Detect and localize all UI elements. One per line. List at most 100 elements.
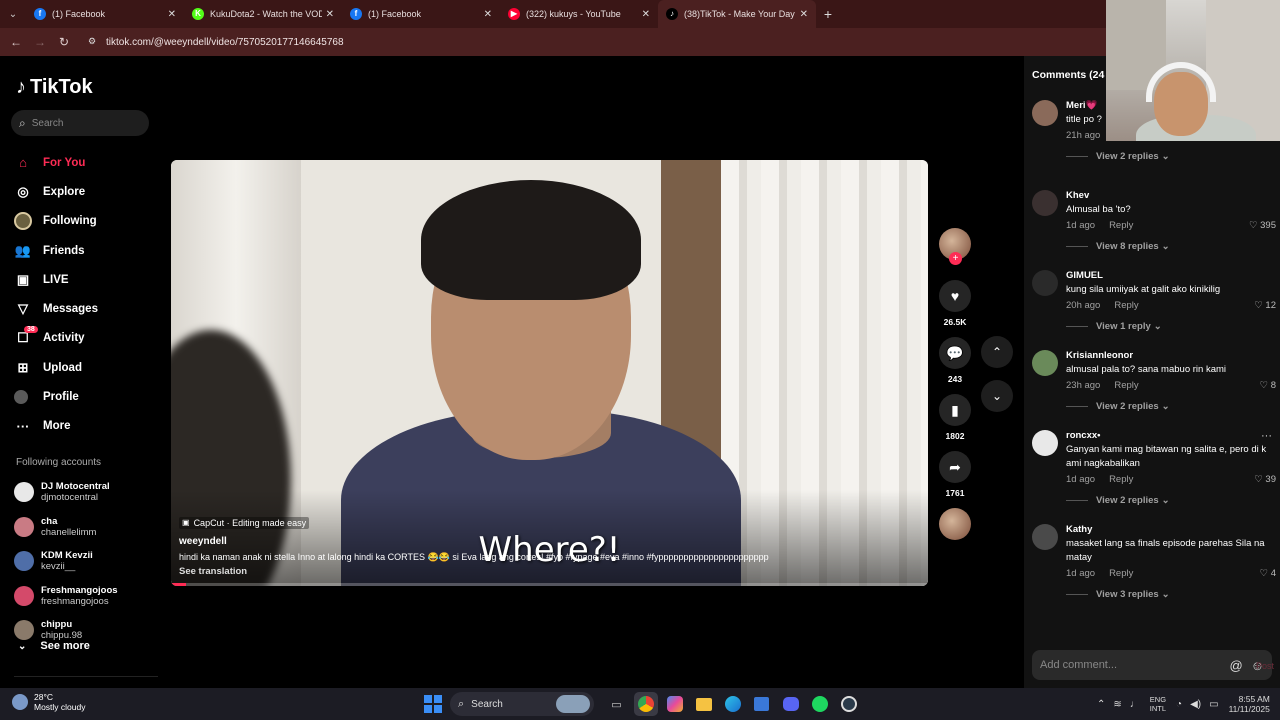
clock[interactable]: 8:55 AM 11/11/2025 (1229, 694, 1270, 714)
steam-icon[interactable] (837, 692, 861, 716)
view-replies-button[interactable]: View 8 replies ⌄ (1066, 241, 1276, 252)
close-icon[interactable]: ✕ (168, 9, 176, 20)
see-translation-link[interactable]: See translation (179, 566, 919, 577)
avatar[interactable] (1032, 270, 1058, 296)
task-view-icon[interactable]: ▭ (605, 692, 629, 716)
close-icon[interactable]: ✕ (326, 9, 334, 20)
nav-item-profile[interactable]: Profile (14, 382, 154, 411)
wifi-icon[interactable]: ◔ (1176, 699, 1182, 710)
avatar[interactable] (1032, 430, 1058, 456)
url-field[interactable]: ⚙ tiktok.com/@weeyndell/video/7570520177… (88, 31, 1088, 53)
nav-item-activity[interactable]: ☐ Activity 38 (14, 324, 154, 353)
browser-tab[interactable]: f (1) Facebook ✕ (26, 0, 184, 28)
see-more-button[interactable]: ⌄ See more (18, 640, 90, 652)
nav-item-for-you[interactable]: ⌂ For You (14, 148, 154, 177)
search-input[interactable]: ⌕ Search (11, 110, 149, 136)
comment-username[interactable]: Kathy (1066, 524, 1276, 535)
chevron-up-icon[interactable]: ⌃ (1097, 699, 1105, 710)
share-button[interactable]: ➦ 1761 (935, 451, 975, 498)
close-icon[interactable]: ✕ (484, 9, 492, 20)
comment-like-button[interactable]: ♡ 395 (1249, 220, 1276, 231)
nav-item-friends[interactable]: 👥 Friends (14, 236, 154, 265)
site-info-icon[interactable]: ⚙ (88, 36, 100, 48)
nav-item-more[interactable]: ··· More (14, 412, 154, 441)
browser-tab[interactable]: K KukuDota2 - Watch the VOD o ✕ (184, 0, 342, 28)
view-replies-button[interactable]: View 2 replies ⌄ (1066, 401, 1276, 412)
close-icon[interactable]: ✕ (642, 9, 650, 20)
capcut-tag[interactable]: ▣ CapCut · Editing made easy (179, 516, 310, 529)
network-icon[interactable]: ≋ (1113, 699, 1121, 710)
next-video-button[interactable]: ⌄ (981, 380, 1013, 412)
back-icon[interactable]: ← (4, 35, 28, 49)
following-account[interactable]: DJ Motocentral djmotocentral (14, 475, 154, 510)
comment-button[interactable]: 💬 243 (935, 337, 975, 384)
comment-username[interactable]: Krisiannleonor (1066, 350, 1276, 361)
nav-item-messages[interactable]: ▽ Messages (14, 294, 154, 323)
chrome-icon[interactable] (633, 692, 658, 716)
comment-like-button[interactable]: ♡ 8 (1260, 380, 1276, 391)
view-replies-button[interactable]: View 2 replies ⌄ (1066, 151, 1276, 162)
volume-icon[interactable]: ◀) (1190, 699, 1201, 710)
reply-button[interactable]: Reply (1109, 220, 1133, 231)
save-button[interactable]: ▮ 1802 (935, 394, 975, 441)
nav-item-upload[interactable]: ⊞ Upload (14, 353, 154, 382)
microphone-icon[interactable]: ♩ (1130, 699, 1140, 710)
view-replies-button[interactable]: View 3 replies ⌄ (1066, 589, 1276, 600)
add-comment-input[interactable]: Add comment... @ ☺ (1032, 650, 1272, 680)
tab-search-icon[interactable]: ⌄ (0, 0, 26, 28)
file-explorer-icon[interactable] (692, 692, 716, 716)
creator-avatar-button[interactable]: + (935, 228, 975, 265)
language-indicator[interactable]: ENG INTL (1150, 695, 1166, 713)
avatar[interactable] (1032, 350, 1058, 376)
comment-username[interactable]: GIMUEL (1066, 270, 1276, 281)
reply-button[interactable]: Reply (1109, 568, 1133, 579)
discord-icon[interactable] (779, 692, 803, 716)
following-account[interactable]: Freshmangojoos freshmangojoos (14, 579, 154, 614)
browser-tab[interactable]: ▶ (322) kukuys - YouTube ✕ (500, 0, 658, 28)
more-options-icon[interactable]: ··· (1261, 430, 1272, 442)
previous-video-button[interactable]: ⌃ (981, 336, 1013, 368)
video-author[interactable]: weeyndell (179, 536, 919, 547)
view-replies-button[interactable]: View 1 reply ⌄ (1066, 321, 1276, 332)
taskbar-search[interactable]: ⌕ Search (450, 692, 594, 716)
video-progress-bar[interactable] (171, 583, 928, 586)
nav-item-explore[interactable]: ◎ Explore (14, 177, 154, 206)
reload-icon[interactable]: ↻ (52, 35, 76, 49)
nav-item-following[interactable]: Following (14, 207, 154, 236)
comment-username[interactable]: Khev (1066, 190, 1276, 201)
tiktok-logo[interactable]: ♪ TikTok (16, 76, 93, 99)
creator-avatar[interactable]: + (939, 228, 971, 265)
post-button[interactable]: Post (1256, 661, 1274, 671)
reply-button[interactable]: Reply (1109, 474, 1133, 485)
reply-button[interactable]: Reply (1114, 380, 1138, 391)
store-icon[interactable] (750, 692, 774, 716)
avatar[interactable] (1032, 100, 1058, 126)
mention-icon[interactable]: @ (1230, 658, 1243, 673)
browser-tab[interactable]: f (1) Facebook ✕ (342, 0, 500, 28)
weather-widget[interactable]: 28°C Mostly cloudy (12, 692, 86, 712)
browser-tab[interactable]: ♪ (38)TikTok - Make Your Day ✕ (658, 0, 816, 28)
copilot-icon[interactable] (663, 692, 687, 716)
like-button[interactable]: ♥ 26.5K (935, 280, 975, 327)
video-player[interactable]: Where?! ▣ CapCut · Editing made easy wee… (171, 160, 928, 586)
comment-like-button[interactable]: ♡ 39 (1254, 474, 1276, 485)
nav-item-live[interactable]: ▣ LIVE (14, 265, 154, 294)
new-tab-button[interactable]: + (816, 6, 840, 22)
battery-icon[interactable]: ▭ (1209, 699, 1218, 710)
comment-username[interactable]: roncxx• (1066, 430, 1276, 441)
spotify-icon[interactable] (808, 692, 832, 716)
music-disc-button[interactable] (935, 508, 975, 540)
forward-icon[interactable]: → (28, 35, 52, 49)
reply-button[interactable]: Reply (1114, 300, 1138, 311)
view-replies-button[interactable]: View 2 replies ⌄ (1066, 495, 1276, 506)
following-account[interactable]: KDM Kevzii kevzii__ (14, 544, 154, 579)
edge-icon[interactable] (721, 692, 745, 716)
avatar[interactable] (1032, 524, 1058, 550)
following-account[interactable]: cha chanellelimm (14, 510, 154, 545)
follow-plus-icon[interactable]: + (949, 252, 962, 265)
close-icon[interactable]: ✕ (800, 9, 808, 20)
comment-like-button[interactable]: ♡ 4 (1260, 568, 1276, 579)
windows-start-icon[interactable] (424, 695, 442, 713)
avatar[interactable] (1032, 190, 1058, 216)
comment-like-button[interactable]: ♡ 12 (1254, 300, 1276, 311)
